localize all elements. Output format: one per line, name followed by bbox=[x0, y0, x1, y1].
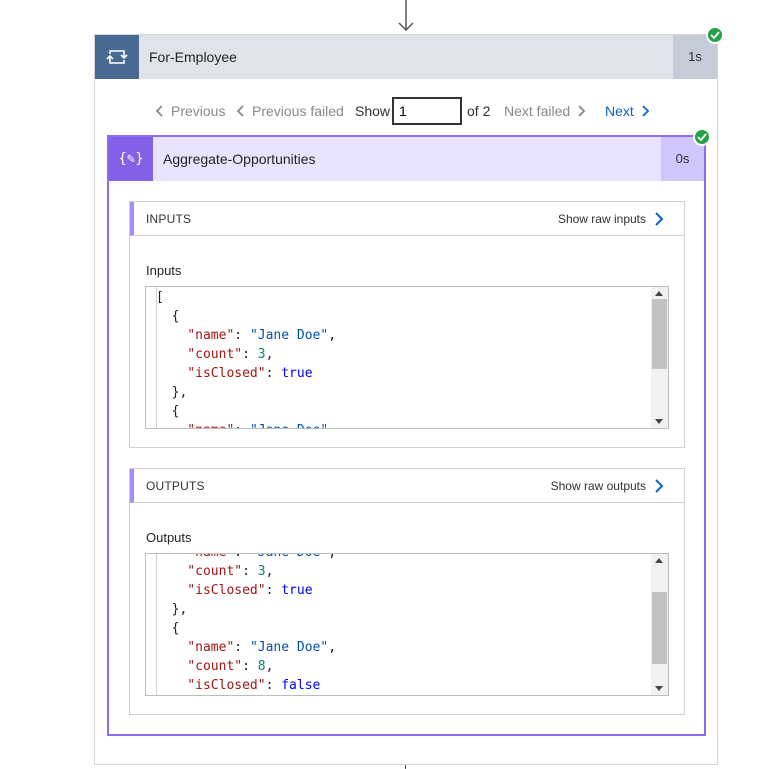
scroll-down-icon[interactable] bbox=[655, 419, 663, 424]
aggregate-opportunities-card: {✎} Aggregate-Opportunities 0s INPUTS Sh… bbox=[107, 135, 706, 736]
scroll-up-icon[interactable] bbox=[655, 558, 663, 563]
previous-failed-button[interactable]: Previous failed bbox=[236, 97, 344, 125]
arrow-down-icon bbox=[398, 0, 414, 32]
outputs-scrollbar[interactable] bbox=[651, 554, 668, 695]
chevron-right-icon bbox=[642, 105, 650, 117]
page-total: of 2 bbox=[467, 103, 491, 119]
chevron-left-icon bbox=[155, 105, 163, 117]
show-raw-inputs-label: Show raw inputs bbox=[557, 212, 646, 226]
outputs-section: OUTPUTS Show raw outputs Outputs "name":… bbox=[129, 468, 685, 715]
next-failed-label: Next failed bbox=[504, 103, 571, 119]
chevron-right-icon bbox=[655, 212, 664, 226]
chevron-left-icon bbox=[236, 105, 244, 117]
inputs-code-viewer[interactable]: [ { "name": "Jane Doe", "count": 3, "isC… bbox=[145, 286, 669, 429]
scroll-down-icon[interactable] bbox=[655, 686, 663, 691]
previous-button[interactable]: Previous bbox=[155, 97, 225, 125]
outputs-scroll-thumb[interactable] bbox=[652, 592, 667, 664]
inputs-scrollbar[interactable] bbox=[651, 287, 668, 428]
loop-icon bbox=[95, 35, 139, 79]
inputs-code-content: [ { "name": "Jane Doe", "count": 3, "isC… bbox=[156, 290, 337, 428]
show-raw-outputs-label: Show raw outputs bbox=[550, 479, 646, 493]
scroll-up-icon[interactable] bbox=[655, 291, 663, 296]
previous-label: Previous bbox=[171, 103, 226, 119]
inputs-field-label: Inputs bbox=[146, 263, 182, 278]
inputs-section-header: INPUTS Show raw inputs bbox=[130, 202, 684, 236]
inputs-section-label: INPUTS bbox=[146, 212, 192, 226]
action-header[interactable]: {✎} Aggregate-Opportunities 0s bbox=[109, 137, 704, 181]
loop-success-check-icon bbox=[706, 26, 724, 44]
inputs-scroll-thumb[interactable] bbox=[652, 299, 667, 369]
for-employee-loop-card: For-Employee 1s Previous Previous failed… bbox=[94, 34, 718, 765]
outputs-code-content: "name": "Jane Doe", "count": 3, "isClose… bbox=[156, 554, 337, 693]
outputs-field-label: Outputs bbox=[146, 530, 192, 545]
inputs-section: INPUTS Show raw inputs Inputs [ { "name"… bbox=[129, 201, 685, 448]
bottom-connector bbox=[405, 765, 406, 769]
loop-title: For-Employee bbox=[149, 49, 237, 65]
previous-failed-label: Previous failed bbox=[252, 103, 344, 119]
chevron-right-icon bbox=[578, 105, 586, 117]
next-button[interactable]: Next bbox=[605, 97, 650, 125]
outputs-section-header: OUTPUTS Show raw outputs bbox=[130, 469, 684, 503]
next-failed-button[interactable]: Next failed bbox=[504, 97, 586, 125]
show-label: Show bbox=[355, 103, 391, 119]
outputs-code-viewer[interactable]: "name": "Jane Doe", "count": 3, "isClose… bbox=[145, 553, 669, 696]
action-success-check-icon bbox=[693, 128, 711, 146]
action-title: Aggregate-Opportunities bbox=[163, 151, 316, 167]
compose-icon: {✎} bbox=[109, 137, 153, 181]
next-label: Next bbox=[605, 103, 634, 119]
show-raw-outputs-link[interactable]: Show raw outputs bbox=[551, 469, 664, 503]
iteration-pager: Previous Previous failed Show 1 of 2 Nex… bbox=[95, 97, 717, 125]
show-raw-inputs-link[interactable]: Show raw inputs bbox=[558, 202, 664, 236]
chevron-right-icon bbox=[655, 479, 664, 493]
page-number-input[interactable]: 1 bbox=[392, 97, 462, 125]
loop-header[interactable]: For-Employee 1s bbox=[95, 35, 717, 79]
outputs-section-label: OUTPUTS bbox=[146, 479, 205, 493]
